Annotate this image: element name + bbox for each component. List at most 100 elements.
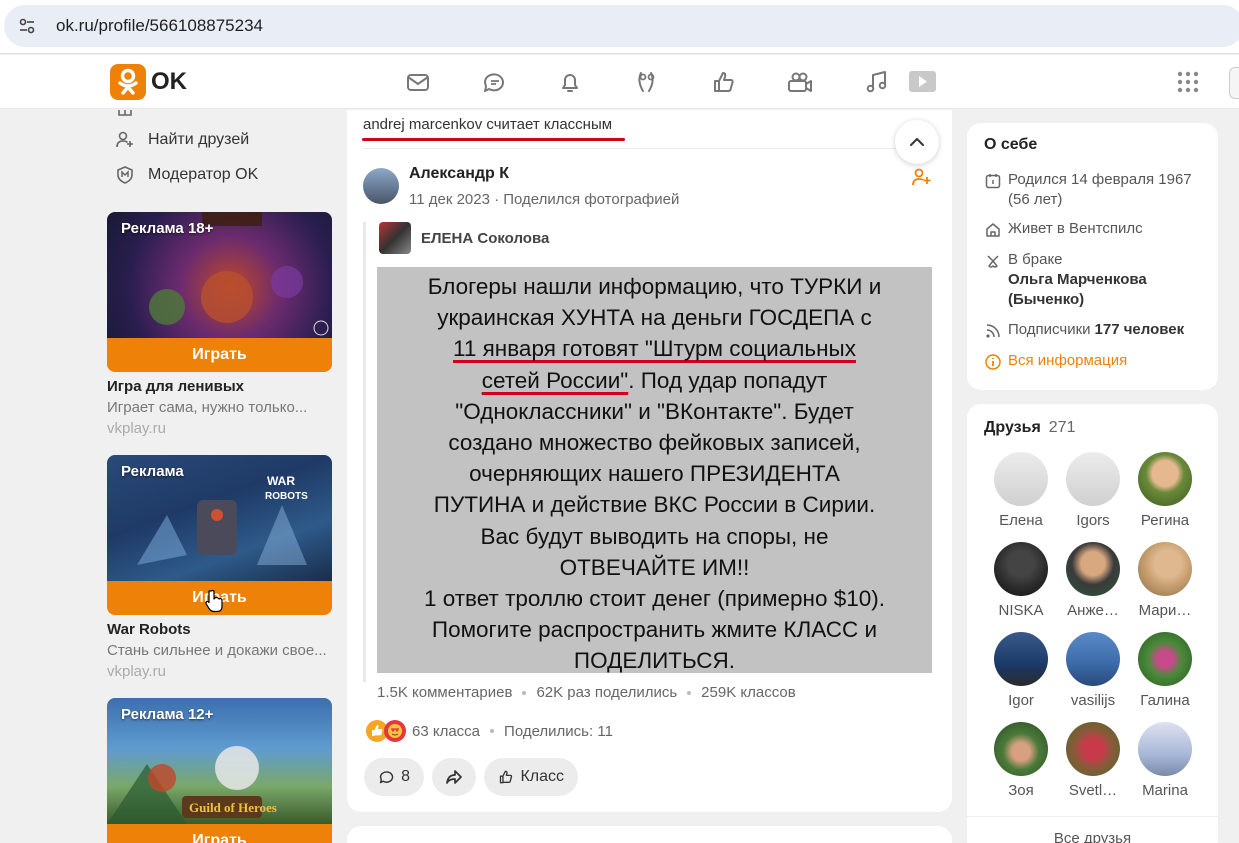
comments-button[interactable]: 8: [364, 758, 424, 796]
comments-count[interactable]: 1.5K комментариев: [377, 684, 512, 701]
post-meta: 11 дек 2023 · Поделился фотографией: [409, 191, 680, 208]
love-reaction-icon: [384, 720, 406, 742]
ad-image[interactable]: Guild of Heroes Реклама 12+: [107, 698, 332, 824]
repost-indicator: [363, 222, 366, 682]
ad-title[interactable]: War Robots: [107, 621, 332, 638]
avatar[interactable]: [363, 168, 399, 204]
post-stats: 1.5K комментариев 62K раз поделились 259…: [377, 684, 796, 701]
divider: [363, 148, 937, 149]
shares-count[interactable]: 62K раз поделились: [536, 684, 677, 701]
avatar: [994, 542, 1048, 596]
ok-logo-text: OK: [151, 68, 187, 95]
avatar: [1138, 632, 1192, 686]
friend-item[interactable]: NISKA: [989, 542, 1053, 619]
friend-item[interactable]: Marina: [1133, 722, 1197, 799]
friend-item[interactable]: Мари…: [1133, 542, 1197, 619]
avatar: [1138, 722, 1192, 776]
sidebar-item-label: Найти друзей: [148, 131, 250, 148]
avatar[interactable]: [379, 222, 411, 254]
ad-image[interactable]: WAR ROBOTS Реклама: [107, 455, 332, 581]
subscribers-row[interactable]: Подписчики 177 человек: [984, 321, 1184, 340]
sidebar-item-find-friends[interactable]: Найти друзей: [115, 130, 249, 150]
ad-title[interactable]: Игра для ленивых: [107, 378, 332, 395]
avatar: [1138, 452, 1192, 506]
friends-title[interactable]: Друзья 271: [984, 419, 1075, 437]
play-button[interactable]: Играть: [107, 824, 332, 843]
avatar: [1066, 452, 1120, 506]
repost-author[interactable]: ЕЛЕНА Соколова: [421, 230, 549, 247]
friend-item[interactable]: Svetl…: [1061, 722, 1125, 799]
friend-item[interactable]: Галина: [1133, 632, 1197, 709]
avatar: [1066, 542, 1120, 596]
svg-text:ROBOTS: ROBOTS: [265, 491, 308, 502]
ad-source[interactable]: vkplay.ru: [107, 420, 332, 437]
classes-count[interactable]: 63 класса: [412, 723, 480, 740]
post-image[interactable]: Блогеры нашли информацию, что ТУРКИ и ук…: [377, 267, 932, 673]
home-icon: [986, 223, 1000, 237]
rss-icon: [986, 324, 1000, 338]
location-row: Живет в Вентспилс: [984, 220, 1143, 239]
avatar: [994, 632, 1048, 686]
site-settings-icon[interactable]: [18, 17, 36, 35]
liked-by-line[interactable]: andrej marcenkov считает классным: [363, 116, 612, 133]
share-icon: [446, 770, 462, 784]
next-feed-post: [347, 826, 952, 843]
friend-item[interactable]: Igor: [989, 632, 1053, 709]
spouse-link[interactable]: (Быченко): [1008, 291, 1147, 308]
url-text[interactable]: ok.ru/profile/566108875234: [56, 16, 263, 36]
ad-image[interactable]: Реклама 18+: [107, 212, 332, 338]
video-icon[interactable]: [908, 68, 936, 96]
ad-description[interactable]: Стань сильнее и докажи свое...: [107, 642, 332, 659]
ad-card[interactable]: Guild of Heroes Реклама 12+ Играть: [107, 698, 332, 843]
avatar: [1066, 632, 1120, 686]
thumbs-up-icon: [499, 770, 513, 784]
scroll-to-top-button[interactable]: [895, 120, 939, 164]
avatar: [994, 722, 1048, 776]
ad-label: Реклама 12+: [121, 706, 214, 723]
friend-item[interactable]: Елена: [989, 452, 1053, 529]
about-title: О себе: [984, 136, 1038, 153]
like-button[interactable]: Класс: [484, 758, 578, 796]
liker-name[interactable]: andrej marcenkov: [363, 116, 482, 133]
play-button[interactable]: Играть: [107, 338, 332, 372]
sidebar-item-partial[interactable]: [115, 110, 148, 118]
notifications-icon[interactable]: [556, 68, 584, 96]
shield-icon: [117, 166, 133, 184]
ad-description[interactable]: Играет сама, нужно только...: [107, 399, 332, 416]
friend-item[interactable]: Анже…: [1061, 542, 1125, 619]
ad-source[interactable]: vkplay.ru: [107, 663, 332, 680]
svg-text:WAR: WAR: [267, 474, 295, 488]
spouse-link[interactable]: Ольга Марченкова: [1008, 271, 1147, 288]
apps-grid-icon[interactable]: [1176, 70, 1200, 94]
post-author[interactable]: Александр К: [409, 165, 509, 183]
likes-count[interactable]: 259K классов: [701, 684, 796, 701]
all-friends-link[interactable]: Все друзья: [967, 830, 1218, 843]
add-person-icon: [116, 131, 133, 148]
avatar: [1138, 542, 1192, 596]
share-button[interactable]: [432, 758, 476, 796]
sidebar-item-moderator[interactable]: Модератор OK: [115, 165, 258, 185]
all-info-link[interactable]: Вся информация: [984, 352, 1127, 371]
header-search-edge[interactable]: [1229, 67, 1239, 99]
friend-item[interactable]: Зоя: [989, 722, 1053, 799]
ad-card[interactable]: Реклама 18+ Играть Игра для ленивых Игра…: [107, 212, 332, 437]
discussions-icon[interactable]: [480, 68, 508, 96]
liker-action: считает классным: [482, 116, 613, 133]
ok-logo[interactable]: OK: [110, 64, 187, 100]
music-icon[interactable]: [863, 68, 891, 96]
hand-cursor-icon: [205, 589, 223, 613]
shared-count[interactable]: Поделились: 11: [504, 723, 613, 740]
add-friend-icon[interactable]: [911, 166, 933, 188]
rings-icon: [987, 255, 999, 268]
guests-icon[interactable]: [633, 68, 661, 96]
messages-icon[interactable]: [404, 68, 432, 96]
comment-icon: [379, 771, 394, 784]
friend-item[interactable]: vasilijs: [1061, 632, 1125, 709]
friend-item[interactable]: Igors: [1061, 452, 1125, 529]
events-like-icon[interactable]: [710, 68, 738, 96]
address-bar[interactable]: ok.ru/profile/566108875234: [4, 5, 1239, 47]
friend-item[interactable]: Регина: [1133, 452, 1197, 529]
video-calls-icon[interactable]: [786, 68, 814, 96]
reactions-summary[interactable]: 63 класса Поделились: 11: [366, 720, 613, 742]
ad-card[interactable]: WAR ROBOTS Реклама Играть War Robots Ста…: [107, 455, 332, 680]
